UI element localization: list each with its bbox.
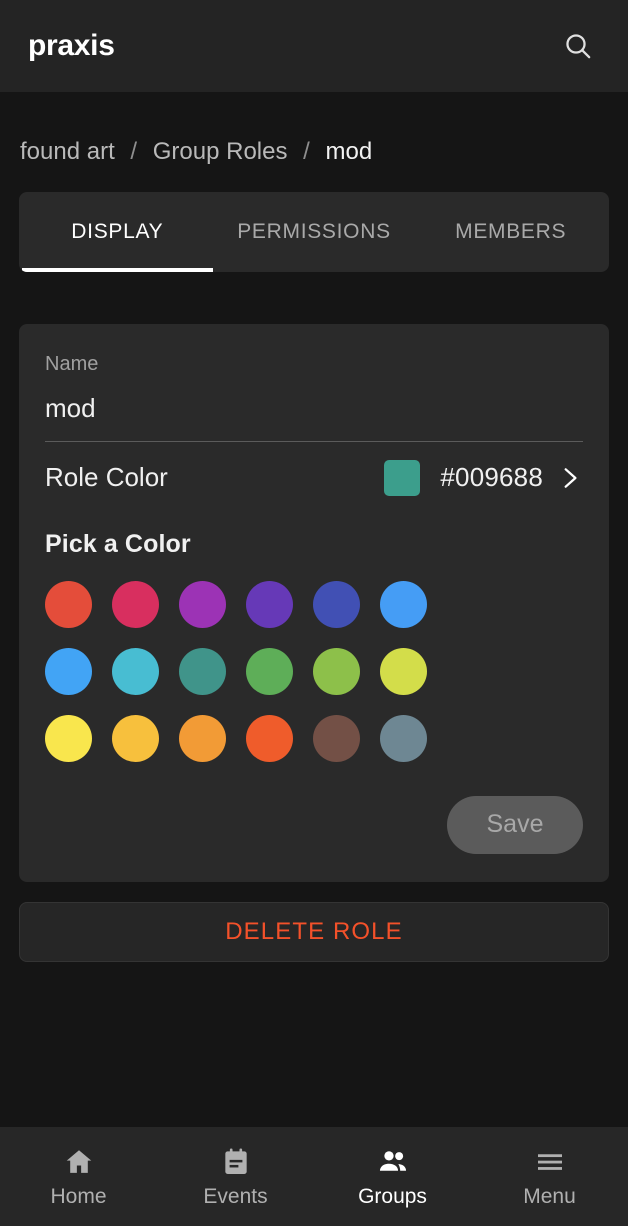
tab-display-label: DISPLAY [71,220,164,243]
pick-a-color-title: Pick a Color [45,529,191,558]
color-palette [45,580,583,762]
color-swatch-1-1[interactable] [112,647,159,695]
search-button[interactable] [554,22,602,70]
role-color-swatch[interactable] [384,459,421,496]
role-color-row[interactable]: Role Color #009688 [45,442,583,514]
color-swatch-0-1[interactable] [112,580,159,628]
color-swatch-2-5[interactable] [380,714,427,762]
card-actions: Save [45,795,583,854]
app-bar: praxis [0,0,628,92]
tab-bar: DISPLAY PERMISSIONS MEMBERS [19,192,609,272]
name-input[interactable]: mod [45,394,583,441]
color-swatch-1-4[interactable] [313,647,360,695]
color-swatch-2-0[interactable] [45,714,92,762]
role-color-label: Role Color [45,462,168,493]
nav-item-events-label: Events [203,1185,268,1208]
tab-permissions[interactable]: PERMISSIONS [216,192,413,272]
delete-role-button[interactable]: DELETE ROLE [19,901,609,962]
color-swatch-1-2[interactable] [179,647,226,695]
nav-item-home[interactable]: Home [0,1146,157,1207]
breadcrumb-item-current: mod [325,138,373,165]
page-body: found art / Group Roles / mod DISPLAY PE… [0,92,628,1127]
app-root: praxis found art / Group Roles / mod DIS… [0,0,628,1226]
hamburger-menu-icon [537,1154,562,1170]
color-palette-row [45,714,583,762]
color-swatch-1-5[interactable] [380,647,427,695]
role-display-card: Name mod Role Color #009688 Pick a Color… [19,324,609,882]
color-swatch-1-0[interactable] [45,647,92,695]
breadcrumb-separator: / [303,138,310,165]
color-swatch-1-3[interactable] [246,647,293,695]
color-swatch-0-0[interactable] [45,580,92,628]
tab-permissions-label: PERMISSIONS [237,220,391,243]
color-palette-row [45,647,583,695]
nav-item-menu-label: Menu [523,1185,576,1208]
breadcrumb-item-group[interactable]: found art [20,138,115,165]
event-note-icon [224,1148,247,1174]
chevron-right-icon [564,467,577,488]
role-color-hex-value: #009688 [440,462,543,493]
color-swatch-0-2[interactable] [179,580,226,628]
breadcrumb: found art / Group Roles / mod [19,92,609,164]
name-field-label: Name [45,353,99,375]
people-icon [379,1151,406,1171]
tab-members-label: MEMBERS [455,220,567,243]
tab-members[interactable]: MEMBERS [412,192,609,272]
color-swatch-0-3[interactable] [246,580,293,628]
breadcrumb-item-group-roles[interactable]: Group Roles [153,138,288,165]
search-icon [566,34,591,59]
tab-display[interactable]: DISPLAY [19,192,216,272]
color-swatch-2-4[interactable] [313,714,360,762]
nav-item-events[interactable]: Events [157,1146,314,1207]
nav-item-groups-label: Groups [358,1185,427,1208]
nav-item-groups[interactable]: Groups [314,1146,471,1207]
nav-item-home-label: Home [50,1185,107,1208]
breadcrumb-separator: / [130,138,138,165]
color-swatch-0-5[interactable] [380,580,427,628]
color-swatch-2-1[interactable] [112,714,159,762]
name-field-group: Name mod [45,354,583,442]
color-swatch-2-3[interactable] [246,714,293,762]
home-icon [66,1150,91,1173]
save-button[interactable]: Save [447,795,583,854]
bottom-navigation: Home Events Groups Menu [0,1127,628,1226]
color-palette-row [45,580,583,628]
app-brand-title: praxis [28,29,115,62]
color-swatch-2-2[interactable] [179,714,226,762]
color-swatch-0-4[interactable] [313,580,360,628]
nav-item-menu[interactable]: Menu [471,1146,628,1207]
